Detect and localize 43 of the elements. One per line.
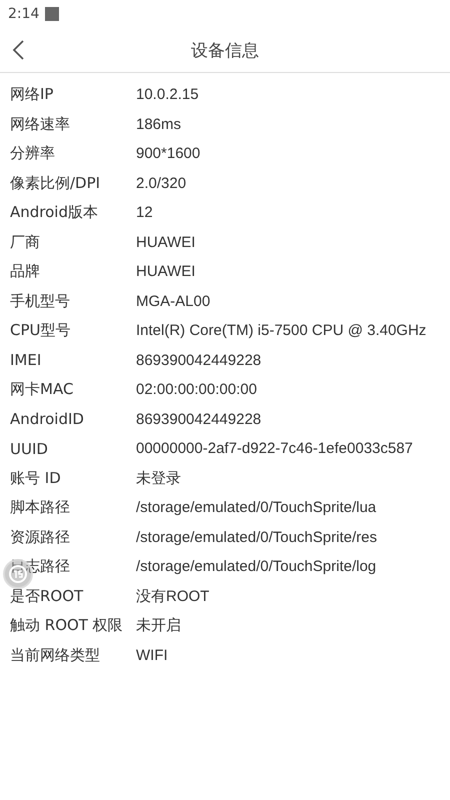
info-value: 869390042449228 xyxy=(136,410,262,428)
info-value: 186ms xyxy=(136,116,182,133)
info-label: 分辨率 xyxy=(10,144,56,164)
info-value: 869390042449228 xyxy=(136,352,262,369)
info-label: 网卡MAC xyxy=(10,380,74,400)
info-value: HUAWEI xyxy=(136,263,196,280)
info-value: WIFI xyxy=(136,646,168,664)
info-label: 是否ROOT xyxy=(10,586,84,606)
info-label: 当前网络类型 xyxy=(10,646,101,665)
info-label: 厂商 xyxy=(10,232,41,252)
back-icon[interactable] xyxy=(11,39,25,61)
page-title: 设备信息 xyxy=(191,40,259,62)
info-value: 没有ROOT xyxy=(136,586,210,606)
info-label: Android版本 xyxy=(10,203,99,222)
info-value: 00000000-2af7-d922-7c46-1efe0033c587 xyxy=(136,440,413,458)
notification-icon xyxy=(45,7,60,21)
info-value: 12 xyxy=(136,204,153,222)
info-label: 触动 ROOT 权限 xyxy=(10,616,124,636)
info-value: Intel(R) Core(TM) i5-7500 CPU @ 3.40GHz xyxy=(136,322,426,340)
info-label: 品牌 xyxy=(10,262,41,282)
info-value: 2.0/320 xyxy=(136,174,186,192)
info-value: 10.0.2.15 xyxy=(136,86,199,104)
info-label: 像素比例/DPI xyxy=(10,174,102,193)
info-label: AndroidID xyxy=(10,410,85,428)
info-label: 手机型号 xyxy=(10,292,71,311)
info-value: HUAWEI xyxy=(136,234,196,251)
info-label: IMEI xyxy=(10,351,42,370)
info-value: /storage/emulated/0/TouchSprite/res xyxy=(136,528,377,546)
info-value: MGA-AL00 xyxy=(136,292,210,310)
info-label: UUID xyxy=(10,440,49,458)
info-label: 网络速率 xyxy=(10,114,71,134)
info-value: 未登录 xyxy=(136,468,181,488)
info-value: 02:00:00:00:00:00 xyxy=(136,381,257,398)
info-value: 未开启 xyxy=(136,616,181,636)
info-value: /storage/emulated/0/TouchSprite/log xyxy=(136,558,376,576)
info-label: 资源路径 xyxy=(10,528,71,547)
status-time: 2:14 xyxy=(8,6,40,22)
info-label: 网络IP xyxy=(10,85,54,104)
info-label: CPU型号 xyxy=(10,321,72,340)
info-label: 账号 ID xyxy=(10,468,62,488)
info-label: 脚本路径 xyxy=(10,498,71,518)
info-value: /storage/emulated/0/TouchSprite/lua xyxy=(136,499,376,516)
info-value: 900*1600 xyxy=(136,145,200,162)
